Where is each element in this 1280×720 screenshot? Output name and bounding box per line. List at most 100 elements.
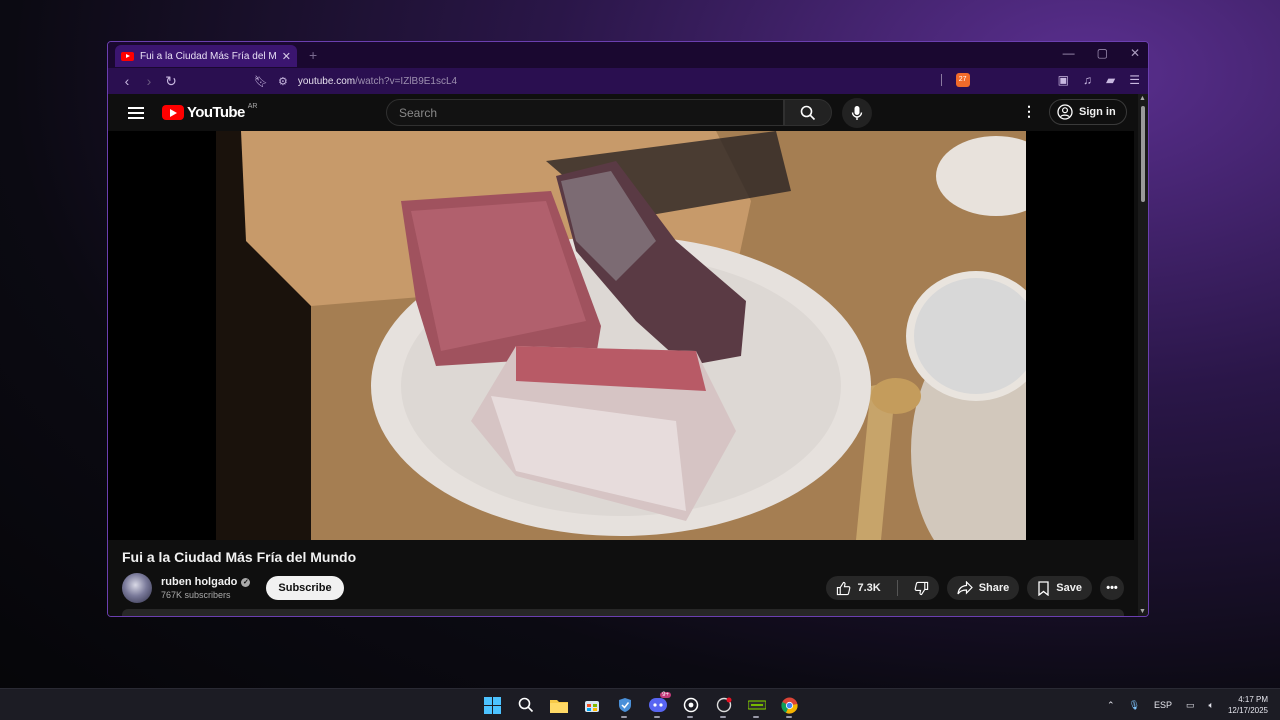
taskbar-apps: 9+ [481,692,801,718]
settings-kebab-icon[interactable]: ⋮ [1022,103,1036,120]
vpn-icon[interactable]: ▰ [1106,73,1115,87]
language-indicator[interactable]: ESP [1154,700,1172,710]
store-button[interactable] [580,692,603,718]
bookmark-icon[interactable]: 🔖︎ [254,75,268,88]
description-box[interactable] [122,609,1124,616]
dislike-button[interactable] [904,576,939,600]
search-icon [800,105,816,120]
like-button[interactable]: 7.3K [826,576,890,600]
new-tab-button[interactable]: + [309,47,317,63]
file-explorer-button[interactable] [547,692,570,718]
site-settings-icon[interactable]: ⚙︎ [278,75,288,88]
voice-search-button[interactable] [842,98,872,128]
channel-name[interactable]: ruben holgado ✓ [161,576,251,588]
music-icon[interactable]: ♫ [1083,73,1092,87]
like-dislike-group: 7.3K [826,576,939,600]
thumbs-down-icon [914,581,928,595]
chat-app-icon [716,697,731,713]
youtube-favicon-icon [121,51,134,61]
nvidia-button[interactable] [745,692,768,718]
volume-icon[interactable]: 🔈︎ [1209,700,1214,711]
tab-bar: Fui a la Ciudad Más Fría del Mundo - You… [108,42,1148,68]
share-arrow-icon [957,581,973,595]
scroll-up-icon[interactable]: ▲ [1139,95,1146,102]
thumbs-up-icon [837,581,851,595]
gear-app-icon [683,697,698,713]
tab-close-icon[interactable]: ✕ [282,50,291,63]
browser-window: Fui a la Ciudad Más Fría del Mundo - You… [107,41,1149,617]
sign-in-label: Sign in [1079,106,1116,118]
discord-badge: 9+ [660,692,671,698]
start-button[interactable] [481,692,504,718]
page-scrollbar[interactable]: ▲ ▼ [1138,94,1148,616]
minimize-icon[interactable]: — [1063,46,1075,60]
save-button[interactable]: Save [1027,576,1092,600]
app-button-2[interactable] [712,692,735,718]
microphone-tray-icon[interactable]: 🎙︎ [1129,700,1140,711]
forward-button[interactable]: › [138,73,160,89]
taskbar-search-button[interactable] [514,692,537,718]
verified-check-icon: ✓ [241,577,251,587]
subscribe-button[interactable]: Subscribe [266,576,344,600]
brave-shields-icon[interactable]: 27 [955,73,970,87]
back-button[interactable]: ‹ [116,73,138,89]
save-label: Save [1056,582,1082,594]
maximize-icon[interactable]: ▢ [1097,46,1108,60]
divider [940,74,942,86]
tab-youtube[interactable]: Fui a la Ciudad Más Fría del Mundo - You… [115,45,297,67]
youtube-page: YouTube AR ⋮ Sign in [108,94,1138,616]
search-box[interactable] [386,99,784,126]
store-bag-icon [584,701,599,712]
youtube-logo[interactable]: YouTube AR [162,103,258,121]
share-button[interactable]: Share [946,576,1020,600]
clock[interactable]: 4:17 PM 12/17/2025 [1228,694,1268,716]
browser-menu-icon[interactable]: ☰ [1129,73,1140,87]
windows-logo-icon [484,696,501,714]
search-input[interactable] [399,105,783,120]
steam-button[interactable] [679,692,702,718]
channel-avatar[interactable] [122,573,152,603]
chrome-button[interactable] [778,692,801,718]
logo-text: YouTube [187,104,245,121]
scroll-thumb[interactable] [1141,106,1145,202]
channel-row: ruben holgado ✓ 767K subscribers Subscri… [122,573,1124,603]
clock-date: 12/17/2025 [1227,706,1268,715]
search-button[interactable] [784,99,832,126]
video-actions: 7.3K Share Save ••• [826,576,1124,600]
url-field[interactable]: youtube.com/watch?v=IZlB9E1scL4 [298,76,457,87]
network-icon[interactable]: ▭ [1186,700,1195,711]
more-actions-icon[interactable]: ••• [1100,576,1124,600]
like-divider [896,580,898,596]
discord-icon [648,698,667,712]
address-bar: ‹ › ↻ 🔖︎ ⚙︎ youtube.com/watch?v=IZlB9E1s… [108,68,1148,94]
window-controls: — ▢ ✕ [1063,46,1140,60]
video-frame [216,131,1026,540]
close-window-icon[interactable]: ✕ [1130,46,1140,60]
sidebar-icon[interactable]: ▣ [1058,73,1069,87]
folder-icon [549,699,568,713]
hamburger-menu-icon[interactable] [128,106,144,119]
clock-time: 4:17 PM [1238,695,1268,704]
account-circle-icon [1057,104,1073,120]
subscriber-count: 767K subscribers [161,590,231,600]
sign-in-button[interactable]: Sign in [1049,99,1127,125]
share-label: Share [978,582,1010,594]
channel-name-text: ruben holgado [161,576,238,588]
scroll-down-icon[interactable]: ▼ [1139,608,1146,615]
tab-title: Fui a la Ciudad Más Fría del Mundo - You… [140,50,276,62]
discord-button[interactable]: 9+ [646,692,671,718]
gpu-app-icon [747,700,766,710]
chevron-up-icon[interactable]: ⌃ [1107,700,1115,711]
system-tray: ⌃ 🎙︎ ESP ▭ 🔈︎ 4:17 PM 12/17/2025 [1107,689,1268,720]
windows-taskbar: 9+ ⌃ 🎙︎ ESP ▭ 🔈︎ 4:17 PM 12/17/2025 [0,688,1280,720]
channel-info: ruben holgado ✓ 767K subscribers [161,576,251,600]
reload-button[interactable]: ↻ [160,73,182,90]
video-thumbnail-image [216,131,1026,540]
app-button-1[interactable] [613,692,636,718]
country-code: AR [247,103,258,110]
yt-header: YouTube AR ⋮ Sign in [108,94,1138,131]
video-player[interactable] [108,131,1134,540]
like-count: 7.3K [857,582,881,594]
search-icon [518,697,533,713]
video-title: Fui a la Ciudad Más Fría del Mundo [122,549,357,565]
